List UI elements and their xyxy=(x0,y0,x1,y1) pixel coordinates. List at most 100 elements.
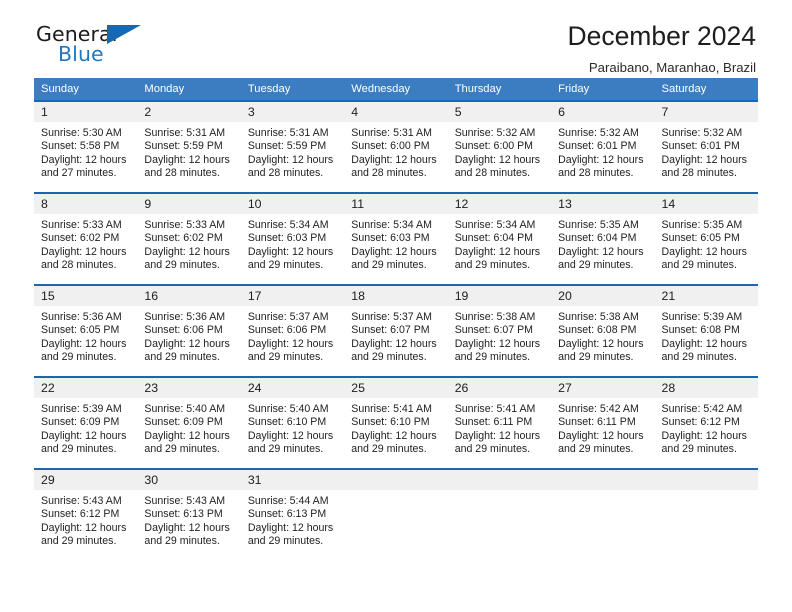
location-subtitle: Paraibano, Maranhao, Brazil xyxy=(588,59,756,75)
daylight-duration-line2: and 29 minutes. xyxy=(351,350,427,363)
sunrise-time: Sunrise: 5:37 AM xyxy=(247,311,329,323)
calendar-day-cell[interactable]: 1 Sunrise: 5:30 AM Sunset: 5:58 PM Daylight… xyxy=(34,100,138,193)
sunset-time: Sunset: 6:10 PM xyxy=(247,416,327,429)
weekday-header-thursday: Thursday xyxy=(447,78,552,101)
day-sun-info: Sunrise: 5:31 AM Sunset: 5:59 PM Daylight:… xyxy=(137,122,240,180)
calendar-day-cell[interactable]: 26 Sunrise: 5:41 AM Sunset: 6:11 PM Dayligh… xyxy=(447,376,552,469)
day-number: 30 xyxy=(137,470,241,490)
day-number: 28 xyxy=(654,378,758,398)
day-sun-info: Sunrise: 5:32 AM Sunset: 6:01 PM Daylight:… xyxy=(655,122,758,180)
daylight-duration-line2: and 28 minutes. xyxy=(247,166,324,179)
sunset-time: Sunset: 6:02 PM xyxy=(41,232,120,245)
calendar-header-row: Sunday Monday Tuesday Wednesday Thursday… xyxy=(34,78,758,101)
sunset-time: Sunset: 6:09 PM xyxy=(144,416,223,429)
sunset-time: Sunset: 6:04 PM xyxy=(454,232,534,245)
weekday-header-tuesday: Tuesday xyxy=(240,78,345,101)
daylight-duration-line1: Daylight: 12 hours xyxy=(41,245,127,258)
day-sun-info: Sunrise: 5:34 AM Sunset: 6:03 PM Daylight:… xyxy=(344,214,447,272)
daylight-duration-line2: and 29 minutes. xyxy=(558,258,634,271)
daylight-duration-line1: Daylight: 12 hours xyxy=(351,153,437,166)
sunrise-time: Sunrise: 5:32 AM xyxy=(558,127,639,139)
sunrise-time: Sunrise: 5:38 AM xyxy=(454,311,536,323)
sunset-time: Sunset: 6:08 PM xyxy=(558,324,637,337)
calendar-day-cell[interactable]: 22 Sunrise: 5:39 AM Sunset: 6:09 PM Dayligh… xyxy=(34,376,138,469)
calendar-day-cell[interactable]: 20 Sunrise: 5:38 AM Sunset: 6:08 PM Dayligh… xyxy=(551,284,655,377)
page-header: General Blue December 2024 Paraibano, Ma… xyxy=(34,0,758,75)
daylight-duration-line2: and 29 minutes. xyxy=(41,534,117,547)
calendar-week-row: 22 Sunrise: 5:39 AM Sunset: 6:09 PM Dayligh… xyxy=(34,376,758,469)
calendar-day-cell-empty xyxy=(344,468,448,561)
calendar-day-cell[interactable]: 18 Sunrise: 5:37 AM Sunset: 6:07 PM Dayligh… xyxy=(344,284,448,377)
sunset-time: Sunset: 6:12 PM xyxy=(41,508,120,521)
daylight-duration-line1: Daylight: 12 hours xyxy=(41,429,127,442)
day-sun-info: Sunrise: 5:42 AM Sunset: 6:11 PM Daylight:… xyxy=(551,398,654,456)
calendar-day-cell[interactable]: 31 Sunrise: 5:44 AM Sunset: 6:13 PM Dayligh… xyxy=(240,468,345,561)
daylight-duration-line1: Daylight: 12 hours xyxy=(247,429,334,442)
calendar-day-cell[interactable]: 27 Sunrise: 5:42 AM Sunset: 6:11 PM Dayligh… xyxy=(551,376,655,469)
sunset-time: Sunset: 5:59 PM xyxy=(247,140,327,153)
calendar-day-cell[interactable]: 2 Sunrise: 5:31 AM Sunset: 5:59 PM Daylight… xyxy=(137,100,241,193)
sunrise-time: Sunrise: 5:40 AM xyxy=(247,403,329,415)
day-number: 23 xyxy=(137,378,241,398)
daylight-duration-line2: and 29 minutes. xyxy=(144,442,220,455)
calendar-day-cell[interactable]: 15 Sunrise: 5:36 AM Sunset: 6:05 PM Dayligh… xyxy=(34,284,138,377)
sunset-time: Sunset: 6:01 PM xyxy=(558,140,637,153)
calendar-day-cell[interactable]: 25 Sunrise: 5:41 AM Sunset: 6:10 PM Dayligh… xyxy=(344,376,448,469)
calendar-day-cell[interactable]: 10 Sunrise: 5:34 AM Sunset: 6:03 PM Dayligh… xyxy=(240,192,345,285)
sunrise-time: Sunrise: 5:32 AM xyxy=(454,127,536,139)
calendar-day-cell[interactable]: 21 Sunrise: 5:39 AM Sunset: 6:08 PM Dayligh… xyxy=(654,284,758,377)
day-number: 17 xyxy=(240,286,345,306)
calendar-day-cell[interactable]: 11 Sunrise: 5:34 AM Sunset: 6:03 PM Dayligh… xyxy=(344,192,448,285)
daylight-duration-line2: and 29 minutes. xyxy=(247,442,324,455)
day-sun-info: Sunrise: 5:40 AM Sunset: 6:09 PM Daylight:… xyxy=(137,398,240,456)
sunrise-time: Sunrise: 5:31 AM xyxy=(247,127,329,139)
calendar-day-cell[interactable]: 28 Sunrise: 5:42 AM Sunset: 6:12 PM Dayligh… xyxy=(654,376,758,469)
calendar-day-cell[interactable]: 16 Sunrise: 5:36 AM Sunset: 6:06 PM Dayligh… xyxy=(137,284,241,377)
sunset-time: Sunset: 6:07 PM xyxy=(351,324,430,337)
weekday-header-friday: Friday xyxy=(551,78,655,101)
sunset-time: Sunset: 5:58 PM xyxy=(41,140,120,153)
calendar-day-cell[interactable]: 29 Sunrise: 5:43 AM Sunset: 6:12 PM Dayligh… xyxy=(34,468,138,561)
sunrise-time: Sunrise: 5:33 AM xyxy=(41,219,122,231)
calendar-day-cell[interactable]: 23 Sunrise: 5:40 AM Sunset: 6:09 PM Dayligh… xyxy=(137,376,241,469)
calendar-day-cell[interactable]: 4 Sunrise: 5:31 AM Sunset: 6:00 PM Daylight… xyxy=(344,100,448,193)
day-number: 4 xyxy=(344,102,448,122)
daylight-duration-line1: Daylight: 12 hours xyxy=(661,245,747,258)
day-sun-info: Sunrise: 5:34 AM Sunset: 6:03 PM Daylight:… xyxy=(241,214,344,272)
calendar-day-cell[interactable]: 5 Sunrise: 5:32 AM Sunset: 6:00 PM Daylight… xyxy=(447,100,552,193)
daylight-duration-line2: and 29 minutes. xyxy=(351,258,427,271)
sunrise-time: Sunrise: 5:33 AM xyxy=(144,219,226,231)
calendar-day-cell[interactable]: 24 Sunrise: 5:40 AM Sunset: 6:10 PM Dayligh… xyxy=(240,376,345,469)
sunrise-time: Sunrise: 5:44 AM xyxy=(247,495,329,507)
daylight-duration-line1: Daylight: 12 hours xyxy=(144,521,230,534)
day-number: 26 xyxy=(447,378,552,398)
calendar-day-cell[interactable]: 9 Sunrise: 5:33 AM Sunset: 6:02 PM Daylight… xyxy=(137,192,241,285)
calendar-day-cell[interactable]: 17 Sunrise: 5:37 AM Sunset: 6:06 PM Dayligh… xyxy=(240,284,345,377)
sunrise-time: Sunrise: 5:34 AM xyxy=(454,219,536,231)
calendar-day-cell[interactable]: 14 Sunrise: 5:35 AM Sunset: 6:05 PM Dayligh… xyxy=(654,192,758,285)
sunrise-time: Sunrise: 5:31 AM xyxy=(351,127,432,139)
sunrise-time: Sunrise: 5:30 AM xyxy=(41,127,122,139)
calendar-day-cell[interactable]: 13 Sunrise: 5:35 AM Sunset: 6:04 PM Dayligh… xyxy=(551,192,655,285)
calendar-day-cell[interactable]: 6 Sunrise: 5:32 AM Sunset: 6:01 PM Daylight… xyxy=(551,100,655,193)
day-number: 22 xyxy=(34,378,138,398)
general-blue-logo[interactable]: General Blue xyxy=(36,22,146,70)
calendar-day-cell[interactable]: 19 Sunrise: 5:38 AM Sunset: 6:07 PM Dayligh… xyxy=(447,284,552,377)
daylight-duration-line1: Daylight: 12 hours xyxy=(661,153,747,166)
sunset-time: Sunset: 6:05 PM xyxy=(661,232,740,245)
daylight-duration-line2: and 29 minutes. xyxy=(454,258,531,271)
calendar-day-cell[interactable]: 30 Sunrise: 5:43 AM Sunset: 6:13 PM Dayligh… xyxy=(137,468,241,561)
sun-times-calendar: Sunday Monday Tuesday Wednesday Thursday… xyxy=(34,78,758,561)
calendar-day-cell[interactable]: 7 Sunrise: 5:32 AM Sunset: 6:01 PM Daylight… xyxy=(654,100,758,193)
sunset-time: Sunset: 6:11 PM xyxy=(454,416,533,429)
day-sun-info: Sunrise: 5:42 AM Sunset: 6:12 PM Daylight:… xyxy=(655,398,758,456)
calendar-day-cell[interactable]: 8 Sunrise: 5:33 AM Sunset: 6:02 PM Daylight… xyxy=(34,192,138,285)
day-number: 9 xyxy=(137,194,241,214)
calendar-week-row: 29 Sunrise: 5:43 AM Sunset: 6:12 PM Dayligh… xyxy=(34,468,758,561)
day-number xyxy=(344,470,448,490)
day-sun-info: Sunrise: 5:32 AM Sunset: 6:01 PM Daylight:… xyxy=(551,122,654,180)
daylight-duration-line2: and 29 minutes. xyxy=(41,350,117,363)
sunrise-time: Sunrise: 5:42 AM xyxy=(558,403,639,415)
calendar-day-cell[interactable]: 12 Sunrise: 5:34 AM Sunset: 6:04 PM Dayligh… xyxy=(447,192,552,285)
calendar-day-cell[interactable]: 3 Sunrise: 5:31 AM Sunset: 5:59 PM Daylight… xyxy=(240,100,345,193)
